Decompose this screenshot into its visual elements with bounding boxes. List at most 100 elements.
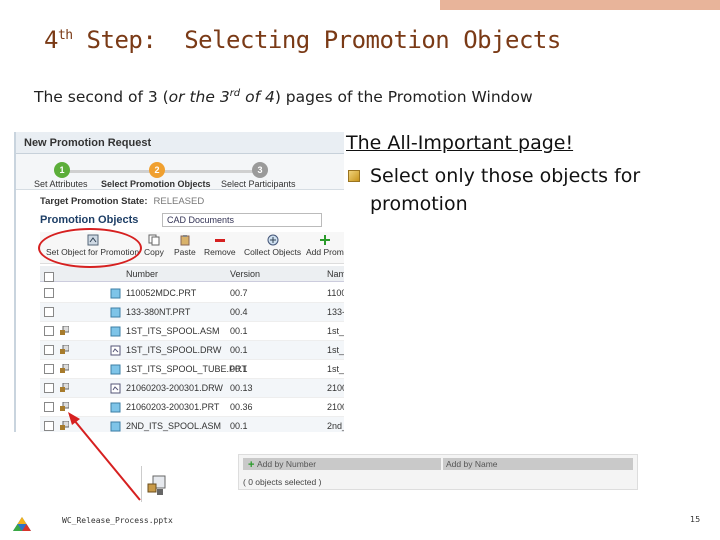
add-plus-icon: + [248,459,255,471]
table-row[interactable]: 21060203-200301.DRW 00.13 2100 [40,379,344,398]
row-name: 2100 [327,402,344,412]
add-icon [319,235,330,245]
table-row[interactable]: 2ND_ITS_SPOOL.ASM 00.1 2nd_ [40,417,344,432]
table-row[interactable]: 1ST_ITS_SPOOL.ASM 00.1 1st_l [40,322,344,341]
wizard-step-1-circle[interactable]: 1 [54,162,70,178]
add-by-name-field[interactable]: Add by Name [443,458,633,470]
objects-header: Promotion Objects CAD Documents [40,212,340,228]
wizard-step-2-label[interactable]: Select Promotion Objects [101,179,211,189]
table-row[interactable]: 133-380NT.PRT 00.4 133- [40,303,344,322]
row-number[interactable]: 110052MDC.PRT [126,288,196,298]
cad-file-icon [110,307,121,318]
row-checkbox[interactable] [44,345,54,355]
collect-objects-button[interactable]: Collect Objects [244,234,301,257]
promotion-status-icon [60,326,69,335]
row-version: 00.36 [230,402,253,412]
cad-file-icon [110,345,121,356]
promotion-status-icon [60,364,69,373]
row-checkbox[interactable] [44,364,54,374]
bullet-main: The All-Important page! [346,132,574,154]
promotion-status-icon [60,383,69,392]
row-checkbox[interactable] [44,288,54,298]
column-name[interactable]: Nam [327,269,344,279]
table-row[interactable]: 21060203-200301.PRT 00.36 2100 [40,398,344,417]
remove-icon [214,239,225,242]
window-header: New Promotion Request [16,132,344,154]
row-number[interactable]: 2ND_ITS_SPOOL.ASM [126,421,221,431]
bullet-sub-wrap: Select only those objects for promotion [346,162,706,218]
row-checkbox[interactable] [44,402,54,412]
table-row[interactable]: 1ST_ITS_SPOOL.DRW 00.1 1st_l [40,341,344,360]
column-version[interactable]: Version [230,269,260,279]
row-number[interactable]: 21060203-200301.PRT [126,402,219,412]
row-name: 1st_l [327,345,344,355]
row-number[interactable]: 1ST_ITS_SPOOL_TUBE.PRT [126,364,247,374]
cad-file-icon [110,402,121,413]
row-number[interactable]: 21060203-200301.DRW [126,383,223,393]
collect-icon [267,234,279,246]
copy-button[interactable]: Copy [144,234,164,257]
row-checkbox[interactable] [44,326,54,336]
row-version: 00.1 [230,326,248,336]
objects-filter-select[interactable]: CAD Documents [162,213,322,227]
row-version: 00.7 [230,288,248,298]
promotion-window-screenshot: New Promotion Request 1 2 3 Set Attribut… [14,132,344,432]
row-name: 2nd_ [327,421,344,431]
row-name: 1st_l [327,326,344,336]
slide-title: 4th Step: Selecting Promotion Objects [44,26,561,54]
row-number[interactable]: 1ST_ITS_SPOOL.ASM [126,326,220,336]
row-name: 1st_i [327,364,344,374]
promotion-status-icon [60,421,69,430]
row-name: 1100 [327,288,344,298]
bullet-marker-icon [348,170,360,182]
add-objects-bar: + Add by Number Add by Name ( 0 objects … [238,454,638,490]
row-checkbox[interactable] [44,421,54,431]
column-number[interactable]: Number [126,269,158,279]
row-version: 00.4 [230,307,248,317]
row-checkbox[interactable] [44,307,54,317]
row-version: 00.13 [230,383,253,393]
top-accent-bar [440,0,720,10]
slide-bullets: The All-Important page! Select only thos… [346,132,706,218]
cad-file-icon [110,288,121,299]
paste-button[interactable]: Paste [174,234,196,257]
window-title: New Promotion Request [24,137,152,149]
company-logo-icon [13,517,31,531]
row-checkbox[interactable] [44,383,54,393]
page-number: 15 [690,515,701,524]
remove-button[interactable]: Remove [204,234,236,257]
row-version: 00.1 [230,421,248,431]
selection-status: ( 0 objects selected ) [243,477,322,487]
table-row[interactable]: 1ST_ITS_SPOOL_TUBE.PRT00.1 1st_i [40,360,344,379]
paste-icon [180,235,190,246]
row-name: 133- [327,307,344,317]
row-name: 2100 [327,383,344,393]
row-number[interactable]: 133-380NT.PRT [126,307,190,317]
wizard-step-2-circle[interactable]: 2 [149,162,165,178]
promotion-status-icon [60,402,69,411]
bullet-sub: Select only those objects for promotion [370,165,641,215]
wizard-step-3-circle[interactable]: 3 [252,162,268,178]
add-promotion-button[interactable]: Add Prom [306,234,344,257]
annotation-ellipse [38,228,142,268]
set-object-icon-zoom [141,466,167,502]
promotion-object-icon [147,475,166,495]
row-version: 00.1 [230,345,248,355]
cad-file-icon [110,383,121,394]
cad-file-icon [110,421,121,432]
promotion-status-icon [60,345,69,354]
cad-file-icon [110,326,121,337]
objects-title: Promotion Objects [40,214,139,226]
footer-filename: WC_Release_Process.pptx [62,516,173,525]
wizard-steps: 1 2 3 Set Attributes Select Promotion Ob… [16,154,344,190]
objects-grid-header: Number Version Nam [40,266,344,282]
row-version: 00.1 [230,364,248,374]
wizard-step-1-label[interactable]: Set Attributes [34,179,88,189]
wizard-step-3-label[interactable]: Select Participants [221,179,296,189]
add-by-number-field[interactable]: + Add by Number [243,458,441,471]
row-number[interactable]: 1ST_ITS_SPOOL.DRW [126,345,221,355]
cad-file-icon [110,364,121,375]
target-state-value: RELEASED [153,196,205,207]
table-row[interactable]: 110052MDC.PRT 00.7 1100 [40,284,344,303]
slide-subtitle: The second of 3 (or the 3rd of 4) pages … [34,88,533,107]
